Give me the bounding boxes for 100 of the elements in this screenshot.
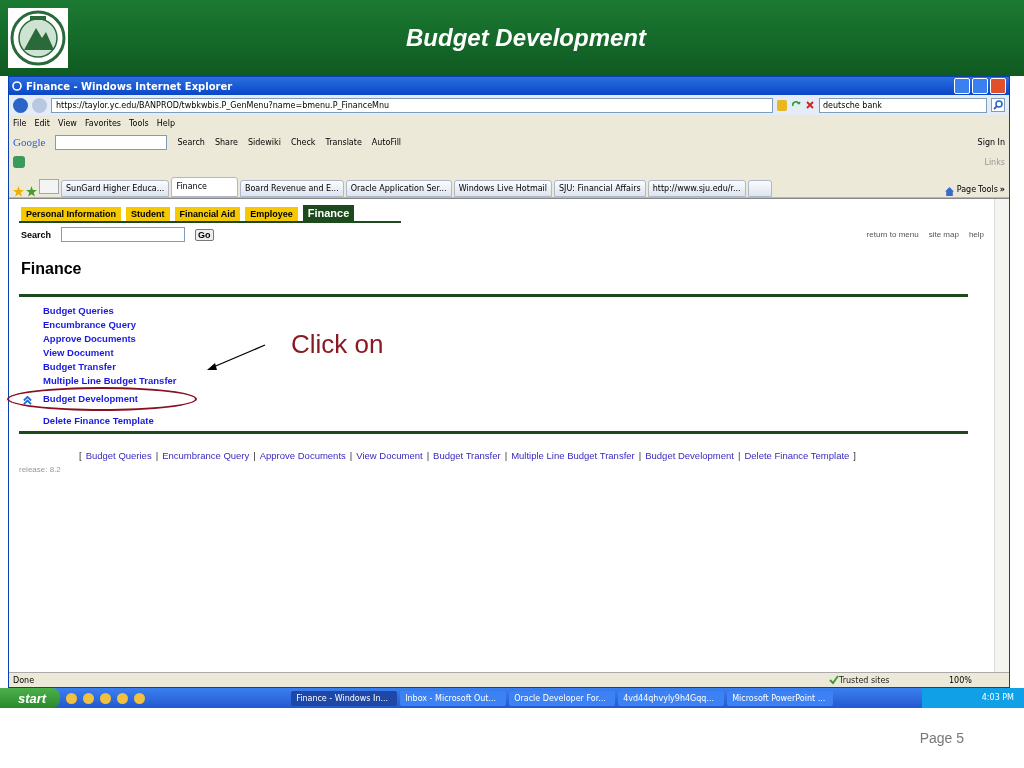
system-tray: 4:03 PM <box>921 688 1024 708</box>
college-logo-drawing <box>8 8 68 68</box>
menu-link[interactable]: Budget Development <box>43 392 138 404</box>
footer-link[interactable]: View Document <box>356 450 423 461</box>
menu-item[interactable]: Edit <box>34 118 50 128</box>
menu-item[interactable]: File <box>13 118 27 128</box>
search-field[interactable]: deutsche bank <box>819 97 987 113</box>
quick-launch-icon[interactable] <box>117 692 129 704</box>
minimize-button[interactable] <box>954 78 970 94</box>
browser-tab[interactable]: Finance <box>171 177 238 197</box>
favorites-star-icon[interactable] <box>13 186 24 197</box>
menu-link[interactable]: Encumbrance Query <box>43 318 136 330</box>
separator: | <box>638 450 642 461</box>
google-logo: Google <box>13 136 46 148</box>
footer-link[interactable]: Approve Documents <box>259 450 346 461</box>
menu-link[interactable]: Delete Finance Template <box>43 414 154 426</box>
menu-item[interactable]: Tools <box>129 118 149 128</box>
taskbar-window-button[interactable]: 4vd44qhvyly9h4Gqq... <box>618 690 725 706</box>
menu-link[interactable]: Approve Documents <box>43 332 136 344</box>
start-button[interactable]: start <box>0 688 61 708</box>
toolbar-icon[interactable] <box>13 156 25 168</box>
menu-link[interactable]: View Document <box>43 346 114 358</box>
stop-icon[interactable] <box>805 100 815 110</box>
browser-tab[interactable]: http://www.sju.edu/r... <box>647 180 746 197</box>
command-button[interactable]: Tools <box>978 185 998 194</box>
toolbar-button[interactable]: Check <box>290 137 316 147</box>
window-title: Finance - Windows Internet Explorer <box>26 80 234 92</box>
nav-tab[interactable]: Employee <box>245 207 298 221</box>
close-button[interactable] <box>990 78 1006 94</box>
nav-tab[interactable]: Personal Information <box>21 207 121 221</box>
page-heading: Finance <box>21 260 83 278</box>
top-link[interactable]: site map <box>928 230 959 239</box>
browser-tab[interactable]: SunGard Higher Educa... <box>61 180 170 197</box>
menu-link[interactable]: Multiple Line Budget Transfer <box>43 374 177 386</box>
top-link[interactable]: help <box>968 230 984 239</box>
footer-link[interactable]: Delete Finance Template <box>744 450 850 461</box>
search-icon[interactable] <box>991 98 1005 112</box>
quick-tabs-icon[interactable] <box>39 179 59 194</box>
separator: | <box>737 450 741 461</box>
quick-launch-icon[interactable] <box>83 692 95 704</box>
more-button[interactable]: » <box>999 185 1005 194</box>
nav-tab[interactable]: Financial Aid <box>174 207 241 221</box>
menu-item[interactable]: Help <box>156 118 175 128</box>
taskbar-window-button[interactable]: Microsoft PowerPoint ... <box>727 690 834 706</box>
zoom-control[interactable]: 100% <box>949 675 1005 685</box>
footer-link[interactable]: Budget Queries <box>85 450 152 461</box>
status-text: Done <box>13 675 35 685</box>
toolbar-button[interactable]: Translate <box>325 137 362 147</box>
nav-tab[interactable]: Student <box>126 207 170 221</box>
footer-link[interactable]: Multiple Line Budget Transfer <box>511 450 635 461</box>
quick-launch-icon[interactable] <box>134 692 146 704</box>
go-button[interactable]: Go <box>195 228 214 241</box>
command-button[interactable]: Page <box>956 185 977 194</box>
search-label: Search <box>21 229 52 240</box>
back-button[interactable] <box>13 97 28 113</box>
home-icon[interactable] <box>943 186 955 197</box>
toolbar-button[interactable]: AutoFill <box>371 137 402 147</box>
browser-tab[interactable]: Oracle Application Ser... <box>345 180 452 197</box>
checkmark-icon <box>829 675 839 685</box>
top-link[interactable]: return to menu <box>866 230 919 239</box>
separator: | <box>155 450 159 461</box>
footer-link[interactable]: Budget Transfer <box>433 450 501 461</box>
browser-tab[interactable]: Board Revenue and E... <box>240 180 344 197</box>
new-tab-button[interactable] <box>747 180 772 197</box>
separator: | <box>426 450 430 461</box>
page-number: Page 5 <box>919 730 964 746</box>
menu-item[interactable]: Favorites <box>84 118 121 128</box>
sign-in-button[interactable]: Sign In <box>977 137 1005 147</box>
browser-tab[interactable]: Windows Live Hotmail <box>453 180 553 197</box>
menu-item[interactable]: View <box>57 118 77 128</box>
taskbar-window-button[interactable]: Inbox - Microsoft Out... <box>400 690 507 706</box>
quick-launch-icon[interactable] <box>100 692 112 704</box>
slide-title: Budget Development <box>405 24 648 52</box>
scrollbar[interactable] <box>994 199 1009 672</box>
browser-tab[interactable]: SJU: Financial Affairs <box>554 180 646 197</box>
toolbar-button[interactable]: Search <box>177 137 205 147</box>
menu-link[interactable]: Budget Transfer <box>43 360 116 372</box>
add-favorite-icon[interactable] <box>26 186 37 197</box>
security-zone: Trusted sites <box>839 675 891 685</box>
quick-launch-icon[interactable] <box>66 692 78 704</box>
separator: | <box>504 450 508 461</box>
bracket: ] <box>853 450 856 461</box>
address-field[interactable]: https://taylor.yc.edu/BANPROD/twbkwbis.P_GenMenu?name=bmenu.P_FinanceMnu <box>51 97 773 113</box>
search-input[interactable] <box>61 227 186 242</box>
taskbar-window-button[interactable]: Finance - Windows In... <box>291 690 398 706</box>
toolbar-button[interactable]: Sidewiki <box>247 137 281 147</box>
bracket: [ <box>79 450 82 461</box>
pointer-arrow <box>205 343 267 373</box>
nav-tab[interactable]: Finance <box>302 205 355 221</box>
footer-link[interactable]: Encumbrance Query <box>162 450 250 461</box>
menu-link[interactable]: Budget Queries <box>43 304 114 316</box>
footer-link[interactable]: Budget Development <box>645 450 734 461</box>
annotation-text: Click on <box>291 329 384 360</box>
browser-icon <box>12 81 22 91</box>
separator: | <box>349 450 353 461</box>
toolbar-button[interactable]: Share <box>214 137 238 147</box>
release-label: release: 8.2 <box>19 465 62 474</box>
taskbar-window-button[interactable]: Oracle Developer For... <box>509 690 616 706</box>
google-search-field[interactable] <box>55 134 168 150</box>
restore-button[interactable] <box>972 78 988 94</box>
